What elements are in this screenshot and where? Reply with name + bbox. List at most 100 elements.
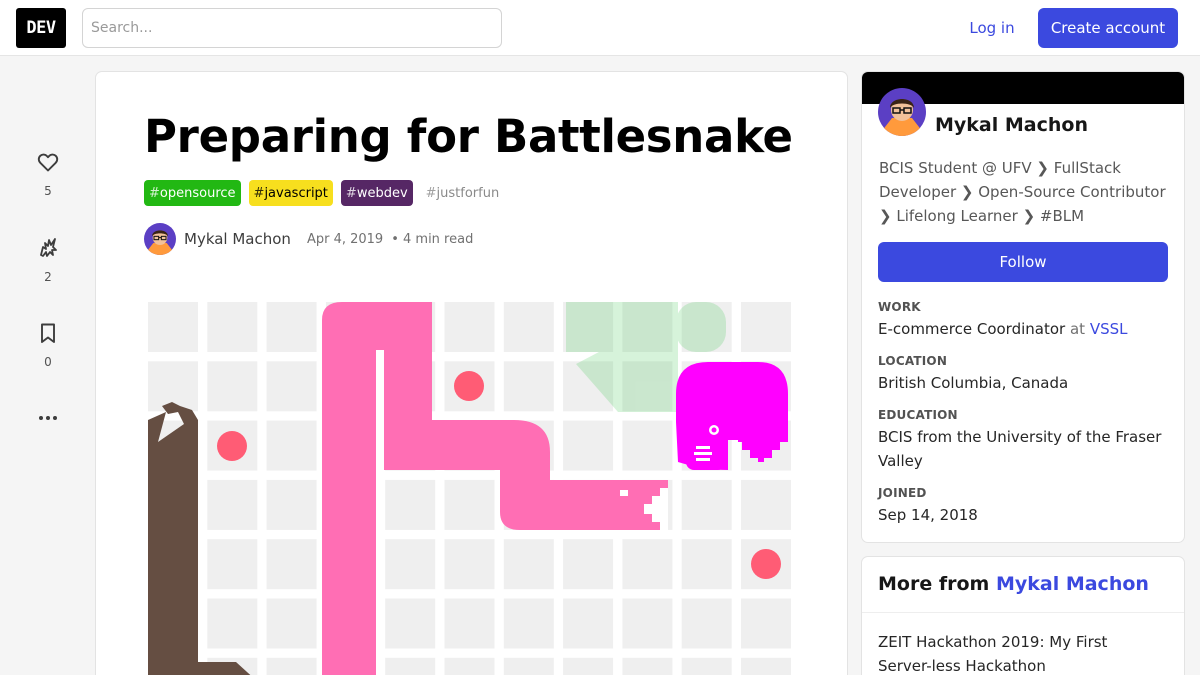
board-cell [385, 657, 436, 675]
bookmark-count: 0 [44, 355, 52, 369]
tag-label: justforfun [436, 185, 500, 201]
tag-justforfun[interactable]: # justforfun [421, 180, 505, 206]
read-time: • 4 min read [391, 231, 474, 247]
profile-name[interactable]: Mykal Machon [935, 114, 1088, 136]
heart-icon [37, 153, 59, 172]
food-pellet [217, 431, 247, 461]
work-value: E-commerce Coordinator at VSSL [878, 317, 1170, 341]
article-title: Preparing for Battlesnake [144, 110, 793, 163]
tag-hash: # [253, 185, 265, 201]
board-cell [444, 539, 495, 590]
board-cell [622, 420, 673, 471]
board-cell [266, 657, 317, 675]
tag-label: javascript [264, 185, 328, 201]
board-cell [266, 302, 317, 352]
location-label: Location [878, 354, 948, 368]
board-cell [385, 479, 436, 530]
unicorn-icon [40, 238, 57, 257]
profile-bio: BCIS Student @ UFV ❯ FullStack Developer… [879, 159, 1166, 225]
board-cell [503, 361, 554, 412]
board-cell [444, 598, 495, 649]
profile-avatar[interactable] [878, 88, 926, 136]
board-cell [563, 598, 614, 649]
more-options-button[interactable] [28, 406, 68, 430]
board-cell [681, 598, 732, 649]
work-label: Work [878, 300, 921, 314]
magenta-snake [676, 362, 788, 470]
more-from-card: More from Mykal Machon ZEIT Hackathon 20… [862, 557, 1184, 675]
board-cell [741, 598, 791, 649]
board-cell [622, 657, 673, 675]
search-input[interactable] [82, 8, 502, 48]
tag-list: # opensource # javascript # webdev # justfor… [144, 180, 504, 206]
bookmark-reaction-button[interactable]: 0 [28, 321, 68, 369]
board-cell [563, 420, 614, 471]
board-cell [503, 598, 554, 649]
board-cell [444, 302, 495, 352]
board-cell [148, 302, 198, 352]
board-cell [207, 539, 258, 590]
login-link[interactable]: Log in [958, 8, 1026, 48]
unicorn-count: 2 [44, 270, 52, 284]
food-pellet [751, 549, 781, 579]
board-cell [266, 539, 317, 590]
dev-logo[interactable]: DEV [16, 8, 66, 48]
board-cell [503, 302, 554, 352]
board-cell [681, 657, 732, 675]
tag-opensource[interactable]: # opensource [144, 180, 241, 206]
tag-javascript[interactable]: # javascript [248, 180, 333, 206]
work-role: E-commerce Coordinator [878, 320, 1066, 338]
work-company-link[interactable]: VSSL [1090, 320, 1128, 338]
tag-hash: # [345, 185, 357, 201]
follow-button[interactable]: Follow [878, 242, 1168, 282]
more-from-author-link[interactable]: Mykal Machon [996, 573, 1149, 595]
article-card: Preparing for Battlesnake # opensource # j… [96, 72, 847, 675]
more-horizontal-icon [39, 416, 57, 420]
education-label: Education [878, 408, 958, 422]
like-count: 5 [44, 184, 52, 198]
joined-label: Joined [878, 486, 927, 500]
more-from-prefix: More from [878, 573, 990, 595]
board-cell [266, 479, 317, 530]
board-cell [503, 539, 554, 590]
unicorn-reaction-button[interactable]: 2 [28, 236, 68, 284]
board-cell [563, 539, 614, 590]
more-from-article-link[interactable]: ZEIT Hackathon 2019: My First Server-les… [878, 630, 1160, 675]
board-cell [385, 598, 436, 649]
tag-label: webdev [356, 185, 408, 201]
tag-label: opensource [159, 185, 236, 201]
board-cell [563, 657, 614, 675]
board-cell [681, 539, 732, 590]
board-cell [503, 657, 554, 675]
author-profile-card: Mykal Machon BCIS Student @ UFV ❯ FullSt… [862, 72, 1184, 542]
tag-hash: # [149, 185, 160, 201]
board-grid [148, 302, 791, 675]
more-from-heading: More from Mykal Machon [862, 557, 1184, 613]
board-cell [207, 302, 258, 352]
education-value: BCIS from the University of the Fraser V… [878, 428, 1162, 470]
post-date: Apr 4, 2019 [306, 231, 384, 247]
top-header: DEV Log in Create account [0, 0, 1200, 56]
board-cell [207, 598, 258, 649]
board-cell [622, 598, 673, 649]
author-avatar[interactable] [144, 223, 176, 255]
board-cell [681, 479, 732, 530]
board-cell [444, 479, 495, 530]
board-cell [444, 657, 495, 675]
location-value: British Columbia, Canada [878, 374, 1069, 392]
tag-hash: # [425, 185, 437, 201]
board-cell [385, 539, 436, 590]
board-cell [741, 479, 791, 530]
create-account-button[interactable]: Create account [1038, 8, 1178, 48]
author-name[interactable]: Mykal Machon [184, 230, 291, 248]
work-at: at [1069, 320, 1086, 338]
board-cell [622, 539, 673, 590]
board-cell [207, 479, 258, 530]
tag-webdev[interactable]: # webdev [340, 180, 413, 206]
author-byline: Mykal Machon Apr 4, 2019 • 4 min read [144, 222, 473, 256]
like-reaction-button[interactable]: 5 [28, 150, 68, 198]
food-pellet [454, 371, 484, 401]
battlesnake-board-image [148, 302, 791, 675]
board-cell [266, 420, 317, 471]
board-cell [266, 598, 317, 649]
